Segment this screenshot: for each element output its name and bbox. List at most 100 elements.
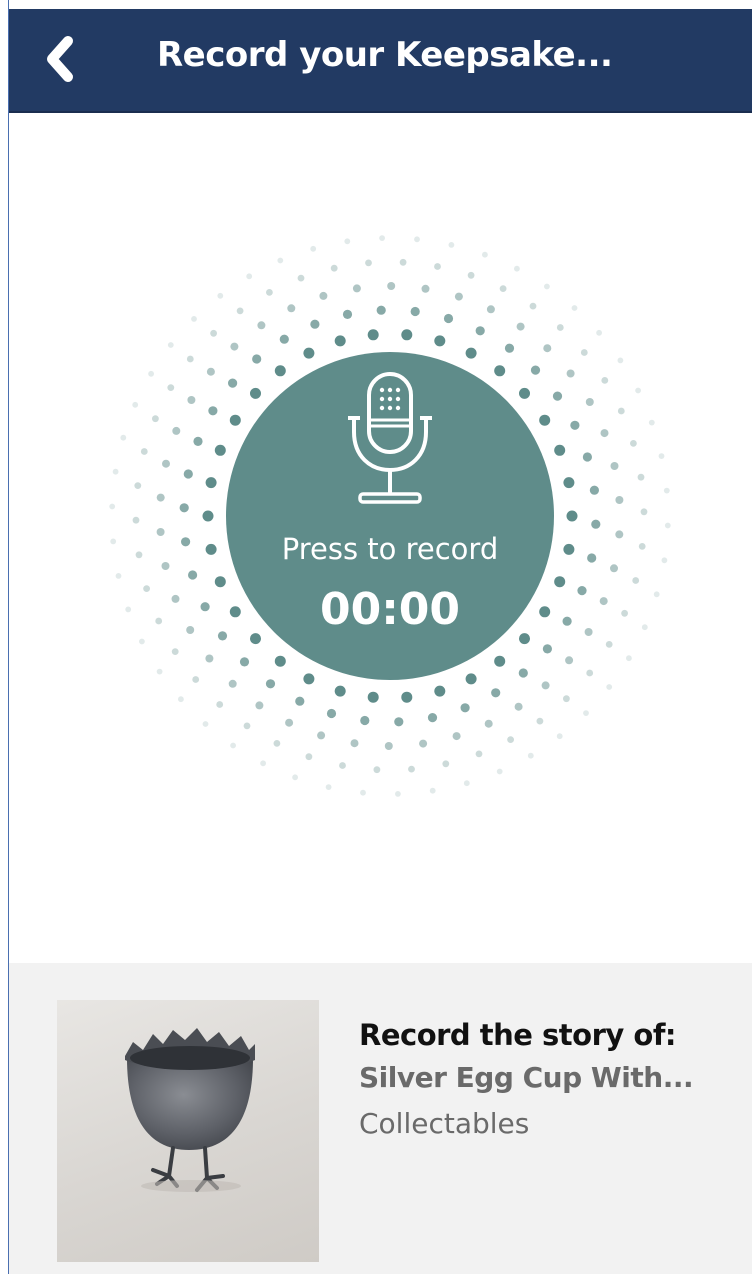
wave-dot — [580, 349, 588, 356]
window-edge — [0, 0, 9, 1274]
wave-dot — [319, 291, 328, 300]
wave-dot — [664, 522, 671, 529]
wave-dot — [135, 551, 143, 559]
wave-dot — [250, 387, 261, 399]
wave-dot — [429, 787, 436, 794]
wave-dot — [460, 703, 470, 713]
wave-dot — [179, 503, 189, 513]
wave-dot — [475, 750, 483, 758]
wave-dot — [208, 406, 218, 416]
wave-dot — [566, 369, 575, 378]
wave-dot — [527, 752, 534, 759]
wave-dot — [192, 676, 200, 683]
wave-dot — [536, 717, 544, 725]
wave-dot — [236, 307, 244, 315]
wave-dot — [295, 696, 305, 706]
wave-dot — [246, 273, 253, 280]
wave-dot — [518, 668, 528, 678]
wave-dot — [305, 753, 313, 761]
wave-dot — [229, 414, 241, 426]
wave-dot — [326, 708, 337, 719]
wave-dot — [494, 365, 506, 377]
wave-dot — [202, 721, 209, 727]
wave-dot — [167, 384, 175, 391]
recorder-area: Press to record 00:00 — [9, 113, 752, 963]
wave-dot — [554, 576, 566, 588]
record-prompt: Press to record — [281, 532, 499, 566]
wave-dot — [350, 739, 359, 748]
wave-dot — [491, 688, 501, 698]
wave-dot — [452, 732, 461, 741]
wave-dot — [339, 762, 346, 769]
wave-dot — [484, 719, 493, 728]
wave-dot — [110, 538, 117, 545]
wave-dot — [205, 654, 214, 663]
wave-dot — [394, 717, 404, 727]
wave-dot — [556, 733, 563, 740]
wave-dot — [658, 453, 665, 459]
wave-dot — [621, 609, 628, 617]
wave-dot — [539, 414, 551, 426]
wave-dot — [530, 365, 541, 375]
wave-dot — [443, 313, 454, 324]
wave-dot — [434, 263, 441, 270]
wave-dot — [584, 628, 593, 636]
wave-dot — [615, 530, 624, 539]
wave-dot — [202, 510, 214, 522]
wave-dot — [585, 398, 594, 406]
wave-dot — [143, 585, 151, 592]
wave-dot — [401, 691, 413, 703]
wave-dot — [419, 739, 428, 748]
wave-dot — [596, 329, 602, 336]
wave-dot — [334, 335, 346, 347]
wave-dot — [610, 462, 619, 470]
wave-dot — [516, 322, 525, 331]
wave-dot — [210, 329, 218, 337]
wave-dot — [556, 324, 564, 331]
wave-dot — [434, 335, 446, 347]
wave-dot — [352, 284, 361, 293]
microphone-icon — [348, 372, 432, 504]
wave-dot — [186, 626, 195, 634]
wave-dot — [587, 553, 597, 563]
wave-dot — [243, 722, 251, 730]
wave-dot — [610, 564, 618, 573]
wave-dot — [648, 419, 655, 426]
wave-dot — [499, 285, 507, 292]
wave-dot — [606, 684, 613, 690]
wave-dot — [330, 264, 338, 272]
wave-dot — [544, 283, 550, 290]
wave-dot — [554, 444, 566, 456]
wave-dot — [217, 292, 224, 299]
wave-dot — [139, 638, 145, 645]
wave-dot — [600, 429, 609, 438]
wave-dot — [591, 519, 601, 529]
wave-dot — [214, 444, 226, 456]
record-timer: 00:00 — [319, 584, 461, 635]
wave-dot — [583, 710, 589, 716]
wave-dot — [191, 316, 197, 322]
wave-dot — [562, 616, 572, 626]
wave-dot — [563, 695, 570, 703]
wave-dot — [496, 768, 503, 775]
wave-dot — [325, 784, 332, 790]
wave-dot — [172, 426, 181, 435]
record-keepsake-screen: Record your Keepsake... Press to record … — [0, 0, 752, 1274]
wave-dot — [541, 681, 550, 690]
keepsake-info-panel: Record the story of: Silver Egg Cup With… — [9, 963, 752, 1274]
wave-dot — [279, 334, 289, 344]
wave-dot — [570, 420, 580, 430]
back-button[interactable] — [39, 31, 83, 87]
wave-dot — [186, 355, 194, 363]
wave-dot — [565, 656, 574, 665]
wave-dot — [617, 407, 625, 415]
wave-dot — [529, 302, 537, 310]
wave-dot — [641, 624, 648, 631]
record-button[interactable]: Press to record 00:00 — [226, 352, 554, 680]
wave-dot — [519, 387, 530, 399]
wave-dot — [360, 715, 370, 726]
wave-dot — [376, 305, 386, 315]
wave-dot — [367, 329, 379, 341]
wave-dot — [401, 329, 413, 341]
wave-dot — [310, 319, 320, 329]
